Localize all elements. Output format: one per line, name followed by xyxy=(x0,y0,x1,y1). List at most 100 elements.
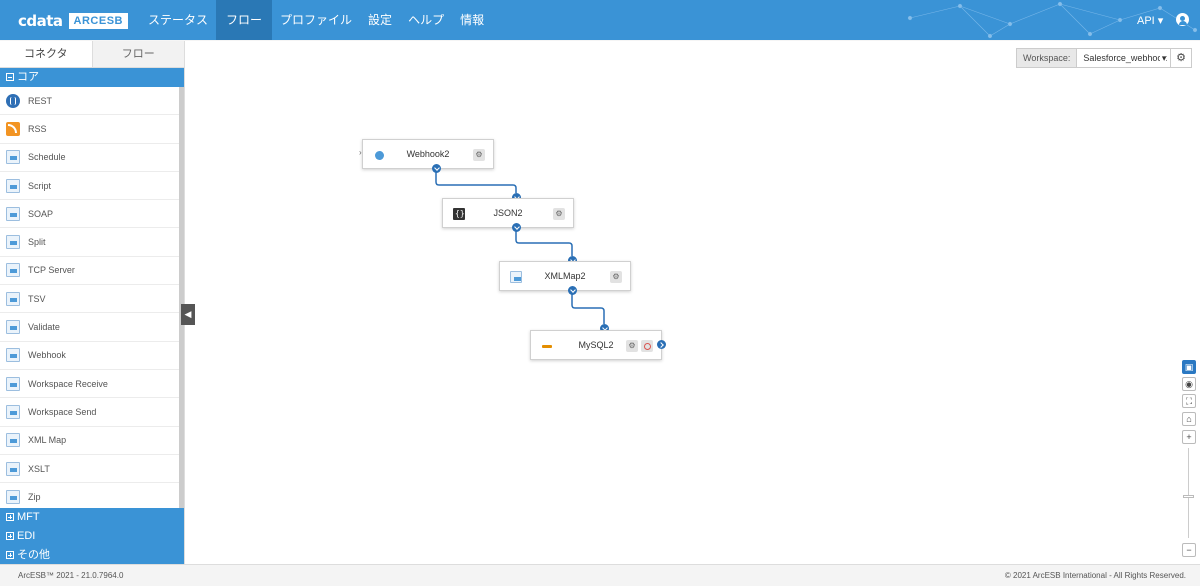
tcp-server-icon xyxy=(6,263,20,278)
nav-help[interactable]: ヘルプ xyxy=(400,0,452,40)
fit-to-screen-button[interactable]: ⛶ xyxy=(1182,394,1196,408)
connector-label: Zip xyxy=(28,491,41,502)
node-error-icon[interactable] xyxy=(641,340,653,352)
brand-logo[interactable]: cdata ARCESB xyxy=(18,12,128,30)
output-port[interactable] xyxy=(568,286,577,295)
api-menu[interactable]: API ▾ xyxy=(1137,14,1163,27)
connector-item-workspace-receive[interactable]: Workspace Receive xyxy=(0,370,179,399)
user-account-icon[interactable] xyxy=(1176,13,1189,26)
collapse-icon xyxy=(6,73,14,81)
group-mft-header[interactable]: MFT xyxy=(0,508,184,527)
connector-item-tcp-server[interactable]: TCP Server xyxy=(0,257,179,286)
top-navbar: cdata ARCESB ステータス フロー プロファイル 設定 ヘルプ 情報 … xyxy=(0,0,1200,40)
connector-item-webhook[interactable]: Webhook xyxy=(0,342,179,370)
minus-icon: − xyxy=(1186,545,1192,555)
expand-icon xyxy=(6,513,14,521)
connector-label: REST xyxy=(28,95,53,106)
connector-label: XSLT xyxy=(28,463,50,474)
nav-status[interactable]: ステータス xyxy=(140,0,216,40)
connector-item-zip[interactable]: Zip xyxy=(0,483,179,508)
connector-item-rest[interactable]: REST xyxy=(0,87,179,116)
connector-item-script[interactable]: Script xyxy=(0,172,179,201)
flow-canvas[interactable] xyxy=(185,41,1200,564)
connector-item-split[interactable]: Split xyxy=(0,228,179,257)
node-settings-icon[interactable]: ⚙ xyxy=(626,340,638,352)
connector-item-workspace-send[interactable]: Workspace Send xyxy=(0,398,179,427)
sidebar-collapse-button[interactable]: ◀ xyxy=(181,304,195,325)
view-button[interactable]: ◉ xyxy=(1182,377,1196,391)
eye-icon: ◉ xyxy=(1185,379,1193,389)
flow-node-webhook2[interactable]: Webhook2 ⚙ xyxy=(362,139,494,169)
connector-item-tsv[interactable]: TSV xyxy=(0,285,179,314)
node-settings-icon[interactable]: ⚙ xyxy=(473,149,485,161)
nav-profile[interactable]: プロファイル xyxy=(272,0,360,40)
zoom-slider-track[interactable] xyxy=(1188,448,1189,538)
workspace-selector: Workspace: Salesforce_webhook xyxy=(1016,48,1172,68)
workspace-dropdown[interactable]: Salesforce_webhook xyxy=(1077,49,1170,67)
connector-label: TSV xyxy=(28,293,46,304)
copyright-text: © 2021 ArcESB International - All Rights… xyxy=(1004,571,1186,580)
zoom-slider-handle[interactable] xyxy=(1183,495,1194,498)
nav-info[interactable]: 情報 xyxy=(452,0,492,40)
connector-item-xml-map[interactable]: XML Map xyxy=(0,427,179,455)
connector-label: Workspace Send xyxy=(28,406,97,417)
xslt-icon xyxy=(6,461,20,476)
rest-icon xyxy=(6,93,20,108)
connector-list-scrollbar[interactable] xyxy=(179,87,184,508)
main-nav: ステータス フロー プロファイル 設定 ヘルプ 情報 xyxy=(140,0,492,40)
group-mft-label: MFT xyxy=(17,511,40,523)
flow-node-xmlmap2[interactable]: XMLMap2 ⚙ xyxy=(499,261,631,291)
tab-connectors[interactable]: コネクタ xyxy=(0,41,92,67)
chevron-left-icon: ◀ xyxy=(184,309,192,319)
connector-label: Split xyxy=(28,237,46,248)
connector-label: Schedule xyxy=(28,152,66,163)
flow-node-json2[interactable]: JSON2 ⚙ xyxy=(442,198,574,228)
flow-node-mysql2[interactable]: MySQL2 ⚙ xyxy=(530,330,662,360)
workspace-receive-icon xyxy=(6,376,20,391)
output-port[interactable] xyxy=(512,223,521,232)
connector-item-rss[interactable]: RSS xyxy=(0,115,179,144)
sidebar-tabs: コネクタ フロー xyxy=(0,41,184,68)
group-edi-label: EDI xyxy=(17,530,36,542)
zoom-out-button[interactable]: − xyxy=(1182,543,1196,557)
logo-product-badge: ARCESB xyxy=(68,13,128,29)
rss-icon xyxy=(6,121,20,136)
connector-label: Webhook xyxy=(28,350,66,361)
workspace-settings-button[interactable]: ⚙ xyxy=(1170,48,1192,68)
connector-label: TCP Server xyxy=(28,265,75,276)
save-icon: ▣ xyxy=(1184,362,1194,372)
zip-icon xyxy=(6,489,20,504)
nav-settings[interactable]: 設定 xyxy=(360,0,400,40)
home-button[interactable]: ⌂ xyxy=(1182,412,1196,426)
connector-item-xslt[interactable]: XSLT xyxy=(0,455,179,484)
connector-item-soap[interactable]: SOAP xyxy=(0,200,179,229)
group-core-header[interactable]: コア xyxy=(0,68,184,87)
save-button[interactable]: ▣ xyxy=(1182,360,1196,374)
connector-list: REST RSS Schedule Script SOAP Split TCP … xyxy=(0,87,184,508)
node-settings-icon[interactable]: ⚙ xyxy=(553,208,565,220)
script-icon xyxy=(6,178,20,193)
group-other-header[interactable]: その他 xyxy=(0,546,184,565)
tsv-icon xyxy=(6,291,20,306)
soap-icon xyxy=(6,206,20,221)
connector-item-schedule[interactable]: Schedule xyxy=(0,144,179,172)
zoom-in-button[interactable]: + xyxy=(1182,430,1196,444)
connector-item-validate[interactable]: Validate xyxy=(0,313,179,342)
fit-screen-icon: ⛶ xyxy=(1185,396,1193,406)
tab-flows[interactable]: フロー xyxy=(91,41,184,67)
webhook-icon xyxy=(6,348,20,363)
group-other-label: その他 xyxy=(17,549,50,561)
nav-flow[interactable]: フロー xyxy=(216,0,273,40)
schedule-icon xyxy=(6,150,20,165)
workspace-send-icon xyxy=(6,404,20,419)
input-arrow-icon: › xyxy=(359,148,362,157)
output-port[interactable] xyxy=(657,340,666,349)
output-port[interactable] xyxy=(432,164,441,173)
connector-label: SOAP xyxy=(28,208,54,219)
connector-label: Script xyxy=(28,180,52,191)
plus-icon: + xyxy=(1186,432,1192,442)
group-edi-header[interactable]: EDI xyxy=(0,527,184,546)
split-icon xyxy=(6,235,20,250)
connector-sidebar: コネクタ フロー コア REST RSS Schedule Script SOA… xyxy=(0,41,185,565)
node-settings-icon[interactable]: ⚙ xyxy=(610,271,622,283)
